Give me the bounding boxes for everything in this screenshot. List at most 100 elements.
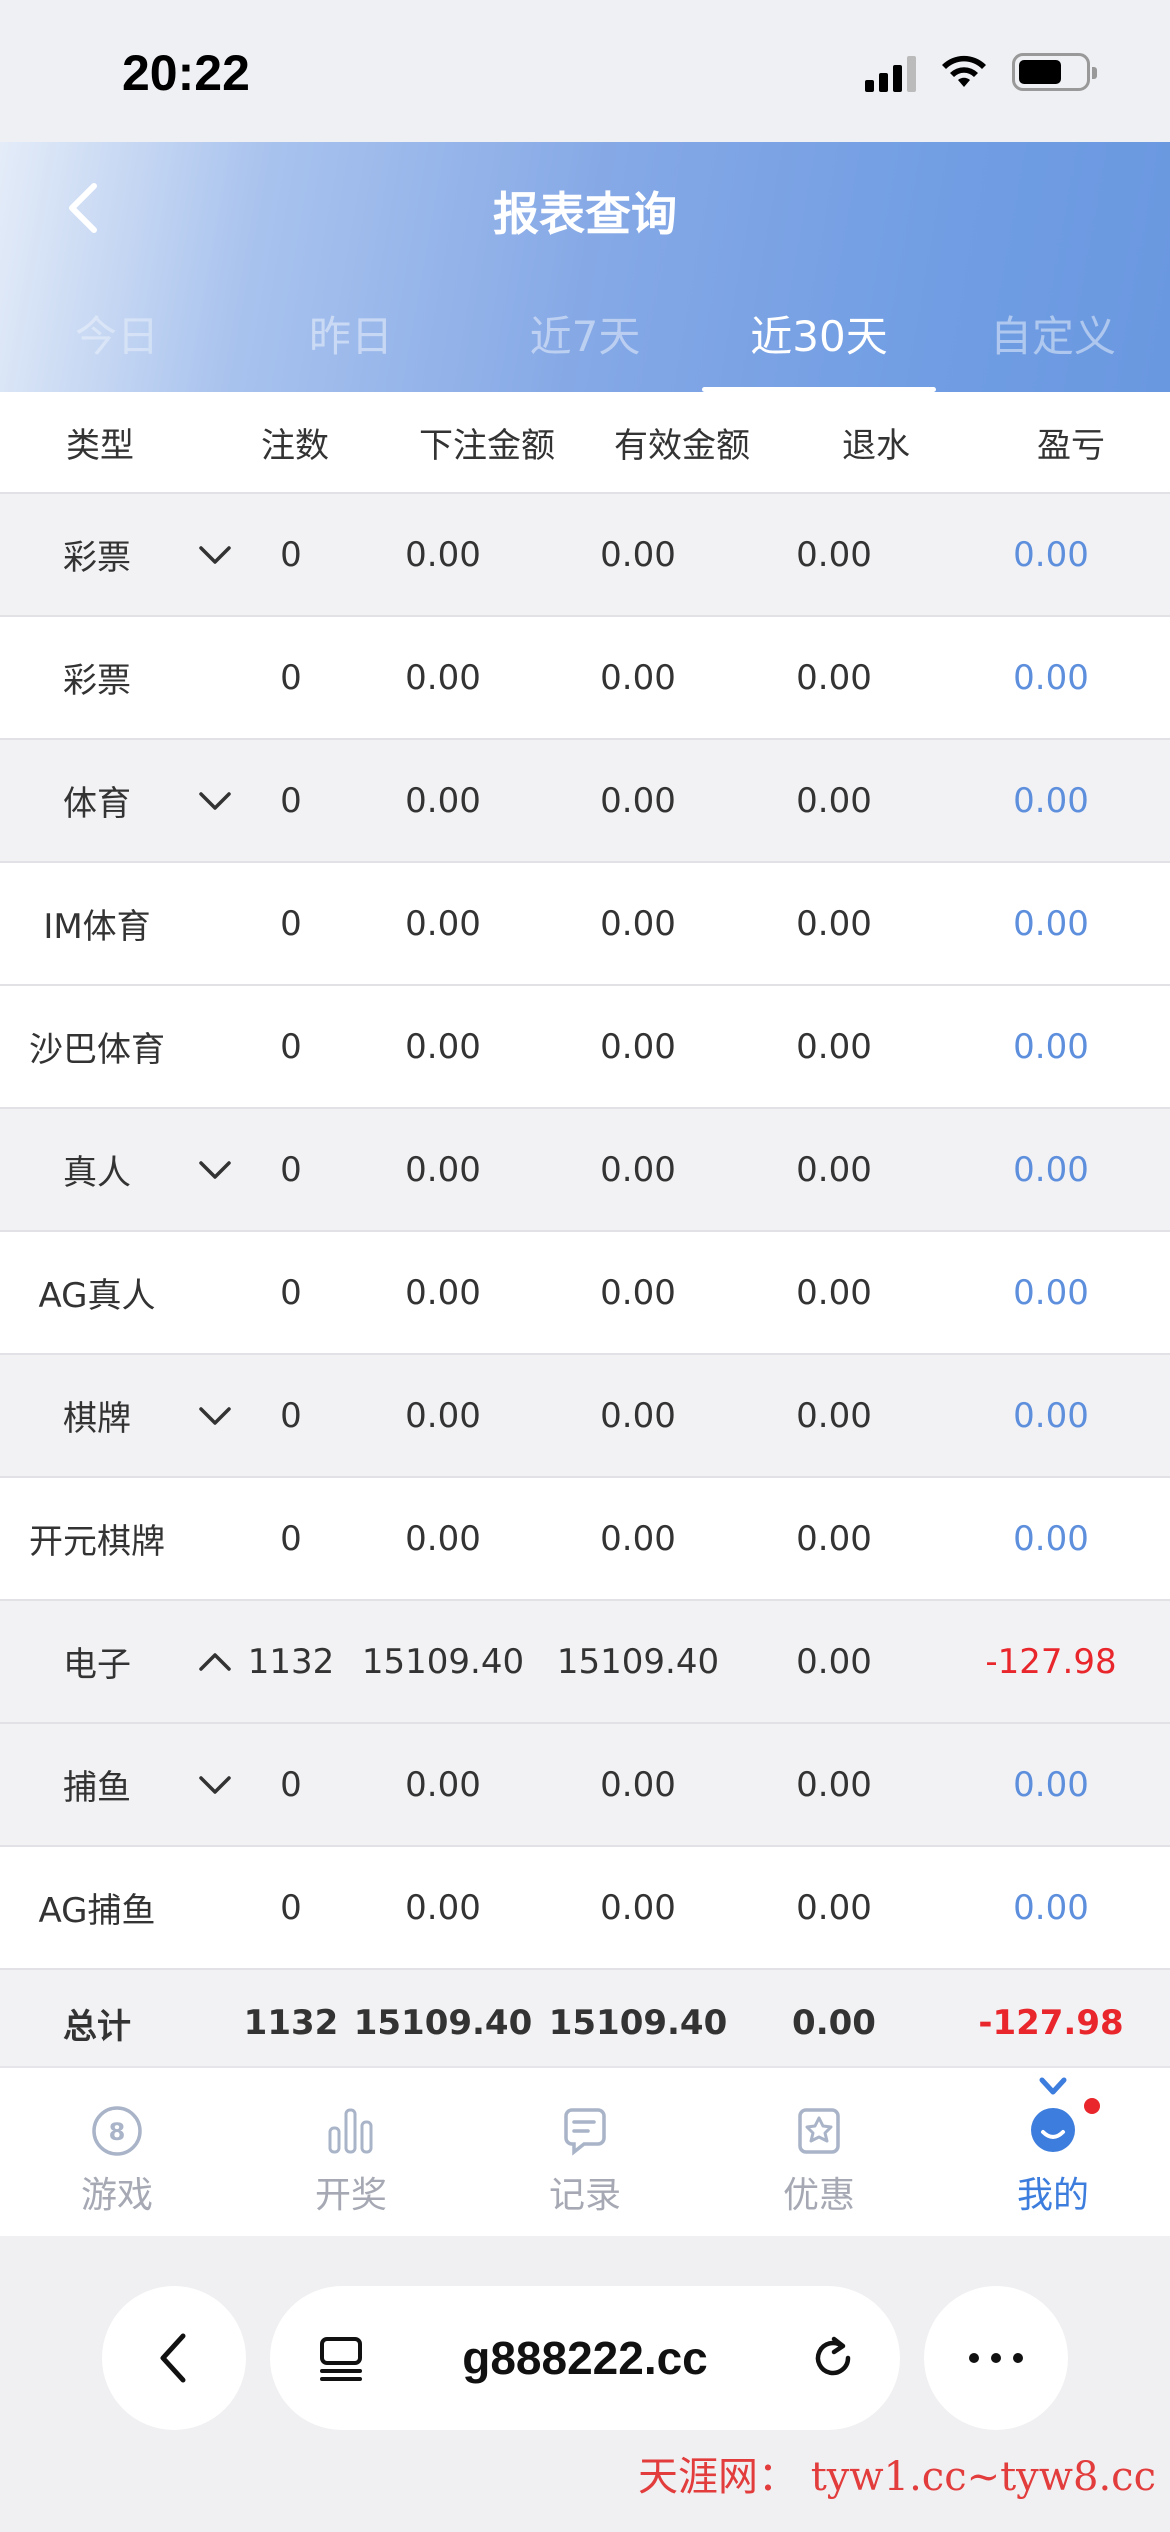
chevron-down-icon[interactable]	[194, 788, 236, 814]
row-bet: 0.00	[405, 1518, 481, 1559]
col-bet: 下注金额	[419, 425, 555, 466]
signal-icon	[865, 52, 916, 92]
row-valid: 0.00	[600, 1887, 676, 1928]
row-rebate: 0.00	[796, 1641, 872, 1682]
row-valid: 0.00	[600, 657, 676, 698]
report-table: 类型 注数 下注金额 有效金额 退水 盈亏 彩票 0 0.00 0.00 0.00 0.0…	[0, 392, 1170, 2078]
row-valid: 15109.40	[556, 1641, 720, 1682]
tab-yesterday[interactable]: 昨日	[234, 282, 468, 392]
row-count: 0	[280, 1272, 302, 1313]
row-rebate: 0.00	[796, 534, 872, 575]
row-pl: 0.00	[1013, 780, 1089, 821]
row-valid: 0.00	[600, 1272, 676, 1313]
row-rebate: 0.00	[796, 1395, 872, 1436]
game-icon: 8	[92, 2106, 142, 2156]
chart-icon	[328, 2108, 373, 2154]
row-pl: 0.00	[1013, 1026, 1089, 1067]
nav-promo[interactable]: 优惠	[702, 2068, 936, 2236]
row-count: 0	[280, 1395, 302, 1436]
date-tabs: 今日 昨日 近7天 近30天 自定义	[0, 282, 1170, 392]
svg-text:8: 8	[109, 2118, 126, 2146]
nav-games[interactable]: 8 游戏	[0, 2068, 234, 2236]
status-bar: 20:22	[0, 0, 1170, 142]
row-valid: 0.00	[600, 1764, 676, 1805]
row-pl: -127.98	[985, 1641, 1117, 1682]
nav-label: 记录	[548, 2175, 621, 2216]
row-count: 1132	[247, 1641, 335, 1682]
nav-lottery[interactable]: 开奖	[234, 2068, 468, 2236]
total-valid: 15109.40	[548, 2003, 728, 2043]
col-pl: 盈亏	[1037, 425, 1105, 466]
browser-back-button[interactable]	[102, 2286, 246, 2430]
chevron-up-icon[interactable]	[194, 1649, 236, 1675]
reload-icon[interactable]	[806, 2331, 860, 2385]
row-pl: 0.00	[1013, 1764, 1089, 1805]
row-count: 0	[280, 1887, 302, 1928]
row-bet: 0.00	[405, 780, 481, 821]
row-type: 真人	[63, 1153, 131, 1193]
chevron-down-icon[interactable]	[194, 542, 236, 568]
row-count: 0	[280, 903, 302, 944]
row-valid: 0.00	[600, 780, 676, 821]
nav-label: 我的	[1016, 2175, 1089, 2216]
col-valid: 有效金额	[614, 425, 750, 466]
table-group-row[interactable]: 棋牌 0 0.00 0.00 0.00 0.00	[0, 1355, 1170, 1478]
page-title: 报表查询	[493, 187, 677, 241]
chevron-down-icon[interactable]	[194, 1157, 236, 1183]
nav-records[interactable]: 记录	[468, 2068, 702, 2236]
tab-7days[interactable]: 近7天	[468, 282, 702, 392]
tab-30days[interactable]: 近30天	[702, 282, 936, 392]
table-row: AG捕鱼 0 0.00 0.00 0.00 0.00	[0, 1847, 1170, 1970]
bottom-nav: 8 游戏 开奖 记录 优惠 我的	[0, 2066, 1170, 2236]
row-type: 棋牌	[63, 1399, 131, 1439]
chevron-left-icon	[160, 2333, 186, 2383]
row-count: 0	[280, 780, 302, 821]
total-bet: 15109.40	[353, 2003, 533, 2043]
url-bar[interactable]: g888222.cc	[270, 2286, 900, 2430]
tab-custom[interactable]: 自定义	[936, 282, 1170, 392]
row-pl: 0.00	[1013, 1887, 1089, 1928]
row-valid: 0.00	[600, 1026, 676, 1067]
total-row: 总计 1132 15109.40 15109.40 0.00 -127.98	[0, 1970, 1170, 2078]
col-type: 类型	[66, 425, 134, 466]
nav-profile[interactable]: 我的	[936, 2068, 1170, 2236]
nav-label: 优惠	[782, 2175, 855, 2216]
notification-dot	[1084, 2098, 1100, 2114]
table-group-row[interactable]: 彩票 0 0.00 0.00 0.00 0.00	[0, 494, 1170, 617]
row-type: 沙巴体育	[29, 1030, 165, 1070]
battery-icon	[1012, 53, 1097, 91]
table-group-row[interactable]: 捕鱼 0 0.00 0.00 0.00 0.00	[0, 1724, 1170, 1847]
row-rebate: 0.00	[796, 780, 872, 821]
row-count: 0	[280, 534, 302, 575]
row-type: 电子	[63, 1645, 131, 1685]
browser-more-button[interactable]	[924, 2286, 1068, 2430]
table-group-row[interactable]: 真人 0 0.00 0.00 0.00 0.00	[0, 1109, 1170, 1232]
chevron-down-icon[interactable]	[194, 1772, 236, 1798]
row-bet: 0.00	[405, 1149, 481, 1190]
row-type: AG真人	[38, 1276, 156, 1316]
profile-icon	[1031, 2077, 1075, 2152]
status-time: 20:22	[122, 45, 250, 101]
row-bet: 0.00	[405, 1887, 481, 1928]
nav-label: 开奖	[314, 2175, 387, 2216]
row-type: 体育	[63, 784, 131, 824]
nav-label: 游戏	[80, 2175, 153, 2216]
row-rebate: 0.00	[796, 1149, 872, 1190]
chevron-down-icon[interactable]	[194, 1403, 236, 1429]
row-type: AG捕鱼	[38, 1891, 156, 1931]
table-group-row[interactable]: 体育 0 0.00 0.00 0.00 0.00	[0, 740, 1170, 863]
row-bet: 0.00	[405, 657, 481, 698]
row-type: 彩票	[63, 538, 131, 578]
row-pl: 0.00	[1013, 1395, 1089, 1436]
row-pl: 0.00	[1013, 1518, 1089, 1559]
row-rebate: 0.00	[796, 1026, 872, 1067]
wifi-icon	[942, 55, 986, 87]
row-pl: 0.00	[1013, 657, 1089, 698]
tab-today[interactable]: 今日	[0, 282, 234, 392]
row-bet: 0.00	[405, 903, 481, 944]
table-row: 开元棋牌 0 0.00 0.00 0.00 0.00	[0, 1478, 1170, 1601]
row-count: 0	[280, 657, 302, 698]
row-valid: 0.00	[600, 1518, 676, 1559]
table-group-row[interactable]: 电子 1132 15109.40 15109.40 0.00 -127.98	[0, 1601, 1170, 1724]
row-bet: 0.00	[405, 1026, 481, 1067]
